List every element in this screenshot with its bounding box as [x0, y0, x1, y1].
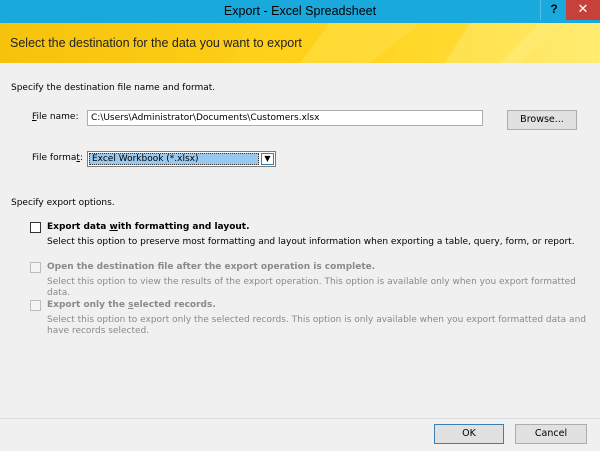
- open-destination-label: Open the destination file after the expo…: [47, 262, 376, 272]
- dialog-footer: [0, 418, 600, 451]
- window-title: Export - Excel Spreadsheet: [223, 4, 377, 18]
- banner-text: Select the destination for the data you …: [10, 36, 302, 50]
- formatting-layout-label: Export data with formatting and layout.: [47, 222, 250, 232]
- options-heading: Specify export options.: [11, 198, 115, 208]
- browse-button[interactable]: Browse...: [507, 110, 577, 130]
- file-name-label-rest: ile name:: [36, 112, 79, 122]
- help-button[interactable]: ?: [540, 0, 567, 20]
- selected-records-label-prefix: Export only the: [47, 300, 129, 310]
- file-format-selected-value: Excel Workbook (*.xlsx): [89, 153, 259, 165]
- formatting-layout-label-prefix: Export data: [47, 222, 110, 232]
- formatting-layout-label-rest: ith formatting and layout.: [117, 222, 250, 232]
- destination-heading: Specify the destination file name and fo…: [11, 83, 216, 93]
- cancel-button[interactable]: Cancel: [515, 424, 587, 444]
- file-format-label: File format:: [32, 153, 83, 163]
- formatting-layout-checkbox[interactable]: [30, 222, 41, 233]
- selected-records-label-rest: elected records.: [133, 300, 216, 310]
- selected-records-label: Export only the selected records.: [47, 300, 216, 310]
- file-format-select[interactable]: Excel Workbook (*.xlsx) ▼: [87, 151, 276, 167]
- close-button[interactable]: ✕: [566, 0, 600, 20]
- selected-records-checkbox[interactable]: [30, 300, 41, 311]
- ok-button[interactable]: OK: [434, 424, 504, 444]
- formatting-layout-label-mnemonic: w: [109, 222, 118, 232]
- selected-records-description: Select this option to export only the se…: [47, 315, 586, 336]
- file-format-label-rest: :: [79, 153, 83, 163]
- open-destination-checkbox[interactable]: [30, 262, 41, 273]
- header-banner: Select the destination for the data you …: [0, 23, 600, 63]
- title-bar: Export - Excel Spreadsheet ? ✕: [0, 0, 600, 23]
- chevron-down-icon[interactable]: ▼: [261, 153, 274, 165]
- file-format-label-prefix: File forma: [32, 153, 77, 163]
- open-destination-description: Select this option to view the results o…: [47, 277, 576, 298]
- close-icon: ✕: [577, 2, 589, 17]
- file-name-label: File name:: [32, 112, 79, 122]
- formatting-layout-description: Select this option to preserve most form…: [47, 237, 575, 247]
- file-name-input[interactable]: C:\Users\Administrator\Documents\Custome…: [87, 110, 483, 126]
